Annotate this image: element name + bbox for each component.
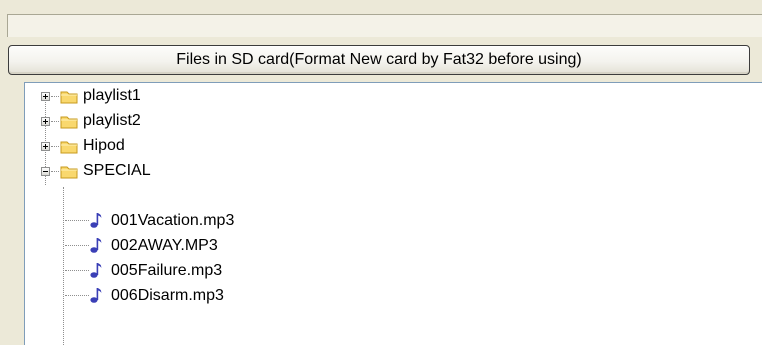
top-panel bbox=[7, 14, 762, 37]
file-tree[interactable]: playlist1 playlist2 Hipod SPECIAL 001Vac… bbox=[24, 82, 762, 345]
tree-item-label: 001Vacation.mp3 bbox=[111, 212, 235, 229]
tree-item-label: playlist2 bbox=[83, 112, 141, 129]
tree-line bbox=[51, 121, 59, 122]
music-note-icon bbox=[90, 288, 102, 303]
tree-item-label: 005Failure.mp3 bbox=[111, 262, 223, 279]
folder-icon bbox=[60, 91, 78, 104]
tree-line bbox=[51, 96, 59, 97]
tree-line bbox=[51, 146, 59, 147]
tree-line bbox=[51, 171, 59, 172]
tree-line bbox=[65, 245, 89, 246]
minus-expander-icon[interactable] bbox=[41, 167, 50, 176]
tree-line bbox=[63, 187, 64, 345]
app-window: Files in SD card(Format New card by Fat3… bbox=[0, 0, 762, 345]
tree-item-label: playlist1 bbox=[83, 87, 141, 104]
music-note-icon bbox=[90, 238, 102, 253]
folder-icon bbox=[60, 116, 78, 129]
tree-item-label: 002AWAY.MP3 bbox=[111, 237, 218, 254]
folder-icon bbox=[60, 141, 78, 154]
plus-expander-icon[interactable] bbox=[41, 117, 50, 126]
tree-line bbox=[65, 295, 89, 296]
plus-expander-icon[interactable] bbox=[41, 92, 50, 101]
tree-item-label: 006Disarm.mp3 bbox=[111, 287, 224, 304]
folder-icon bbox=[60, 166, 78, 179]
music-note-icon bbox=[90, 213, 102, 228]
tree-item-label: Hipod bbox=[83, 137, 125, 154]
tree-line bbox=[65, 270, 89, 271]
tree-item-label: SPECIAL bbox=[83, 162, 151, 179]
tree-line bbox=[65, 220, 89, 221]
plus-expander-icon[interactable] bbox=[41, 142, 50, 151]
music-note-icon bbox=[90, 263, 102, 278]
sd-card-header-button[interactable]: Files in SD card(Format New card by Fat3… bbox=[8, 45, 750, 75]
